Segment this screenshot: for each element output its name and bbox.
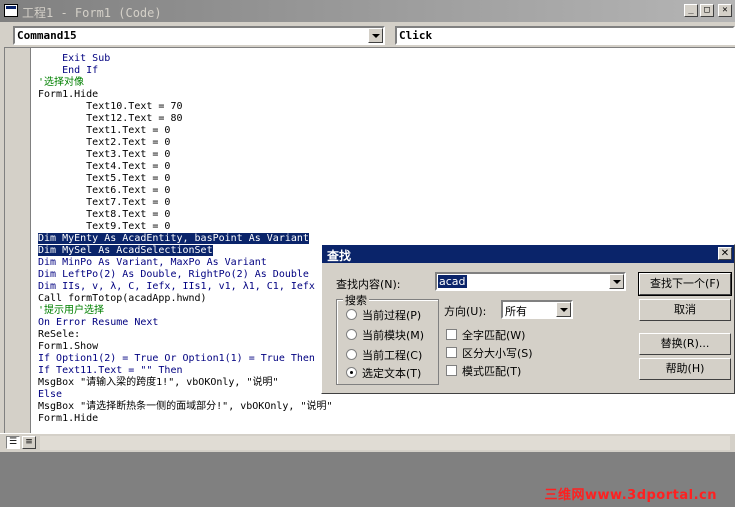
code-line: Text8.Text = 0 bbox=[38, 209, 171, 220]
code-line: Form1.Hide bbox=[38, 413, 99, 424]
checkbox-whole-word[interactable] bbox=[446, 329, 457, 340]
code-line: Form1.Show bbox=[38, 341, 99, 352]
find-dialog: 查找 ✕ 查找内容(N): acad 搜索 当前过程(P) 当前模块(M) 当前… bbox=[321, 244, 735, 394]
radio-label: 当前工程(C) bbox=[362, 349, 423, 362]
replace-button[interactable]: 替换(R)... bbox=[639, 333, 731, 355]
code-line: MsgBox "请选择断热条一侧的面域部分!", vbOKOnly, "说明" bbox=[38, 401, 333, 412]
code-line: Text1.Text = 0 bbox=[38, 125, 171, 136]
find-what-value: acad bbox=[438, 275, 467, 288]
code-line: Text12.Text = 80 bbox=[38, 113, 183, 124]
radio-current-module[interactable] bbox=[346, 329, 357, 340]
checkbox-match-case[interactable] bbox=[446, 347, 457, 358]
code-line: '提示用户选择 bbox=[38, 305, 105, 316]
code-line: Call formTotop(acadApp.hwnd) bbox=[38, 293, 207, 304]
cancel-button[interactable]: 取消 bbox=[639, 299, 731, 321]
code-window-title: 工程1 - Form1 (Code) bbox=[22, 6, 162, 20]
close-icon[interactable]: ✕ bbox=[718, 247, 732, 260]
checkbox-pattern-match[interactable] bbox=[446, 365, 457, 376]
minimize-icon[interactable]: _ bbox=[684, 4, 698, 17]
code-line: Text7.Text = 0 bbox=[38, 197, 171, 208]
code-line: Text6.Text = 0 bbox=[38, 185, 171, 196]
radio-label: 选定文本(T) bbox=[362, 367, 422, 380]
code-line: End If bbox=[38, 65, 99, 76]
code-text[interactable]: Exit Sub End If '选择对像 Form1.Hide Text10.Te… bbox=[38, 53, 333, 425]
code-line: Text3.Text = 0 bbox=[38, 149, 171, 160]
procedure-view-icon[interactable]: ☰ bbox=[6, 436, 20, 449]
code-line: Text2.Text = 0 bbox=[38, 137, 171, 148]
radio-label: 当前过程(P) bbox=[362, 309, 422, 322]
code-line: Text9.Text = 0 bbox=[38, 221, 171, 232]
find-what-label: 查找内容(N): bbox=[336, 278, 401, 291]
code-line: Text4.Text = 0 bbox=[38, 161, 171, 172]
code-line: If Option1(2) = True Or Option1(1) = Tru… bbox=[38, 353, 315, 364]
code-line: MsgBox "请输入梁的跨度1!", vbOKOnly, "说明" bbox=[38, 377, 279, 388]
code-line: If Text11.Text = "" Then bbox=[38, 365, 183, 376]
code-line: Exit Sub bbox=[38, 53, 111, 64]
editor-bottom-bar: ☰ ≡ bbox=[0, 433, 735, 452]
checkbox-label: 区分大小写(S) bbox=[462, 347, 533, 360]
find-dialog-title: 查找 bbox=[327, 249, 352, 263]
code-line: Else bbox=[38, 389, 63, 400]
horizontal-scrollbar[interactable] bbox=[40, 436, 730, 450]
code-line: Form1.Hide bbox=[38, 89, 99, 100]
maximize-icon[interactable]: □ bbox=[700, 4, 714, 17]
find-what-field[interactable]: acad bbox=[435, 272, 626, 291]
code-window-titlebar: 工程1 - Form1 (Code) _ □ ✕ bbox=[0, 0, 735, 22]
code-line: Dim MinPo As Variant, MaxPo As Variant bbox=[38, 257, 267, 268]
checkbox-label: 模式匹配(T) bbox=[462, 365, 522, 378]
object-combo-value: Command15 bbox=[17, 29, 77, 42]
code-line: ReSele: bbox=[38, 329, 81, 340]
code-line: '选择对像 bbox=[38, 77, 85, 88]
full-module-view-icon[interactable]: ≡ bbox=[22, 436, 36, 449]
chevron-down-icon[interactable] bbox=[368, 28, 383, 43]
find-next-button[interactable]: 查找下一个(F) bbox=[638, 272, 732, 296]
search-group-label: 搜索 bbox=[343, 292, 369, 308]
radio-selected-text[interactable] bbox=[346, 367, 357, 378]
direction-select[interactable]: 所有 bbox=[501, 300, 573, 319]
code-line: Text5.Text = 0 bbox=[38, 173, 171, 184]
procedure-combo[interactable]: Click bbox=[395, 26, 735, 45]
radio-current-project[interactable] bbox=[346, 349, 357, 360]
code-line: On Error Resume Next bbox=[38, 317, 159, 328]
watermark: 三维网www.3dportal.cn bbox=[544, 488, 717, 503]
help-button[interactable]: 帮助(H) bbox=[639, 358, 731, 380]
direction-label: 方向(U): bbox=[444, 305, 487, 318]
radio-label: 当前模块(M) bbox=[362, 329, 425, 342]
direction-value: 所有 bbox=[505, 305, 527, 318]
code-window-icon bbox=[4, 4, 18, 17]
code-line: Text10.Text = 70 bbox=[38, 101, 183, 112]
editor-margin[interactable] bbox=[5, 48, 31, 433]
chevron-down-icon[interactable] bbox=[609, 274, 624, 289]
radio-current-procedure[interactable] bbox=[346, 309, 357, 320]
checkbox-label: 全字匹配(W) bbox=[462, 329, 526, 342]
code-line: Dim LeftPo(2) As Double, RightPo(2) As D… bbox=[38, 269, 309, 280]
procedure-combo-value: Click bbox=[399, 29, 433, 42]
close-icon[interactable]: ✕ bbox=[718, 4, 732, 17]
code-line: Dim MyEnty As AcadEntity, basPoint As Va… bbox=[38, 233, 309, 244]
find-dialog-titlebar: 查找 ✕ bbox=[322, 245, 734, 263]
object-combo[interactable]: Command15 bbox=[13, 26, 385, 45]
code-line: Dim IIs, v, λ, C, Iefx, IIs1, v1, λ1, C1… bbox=[38, 281, 315, 292]
code-line: Dim MySel As AcadSelectionSet bbox=[38, 245, 213, 256]
chevron-down-icon[interactable] bbox=[556, 302, 571, 317]
